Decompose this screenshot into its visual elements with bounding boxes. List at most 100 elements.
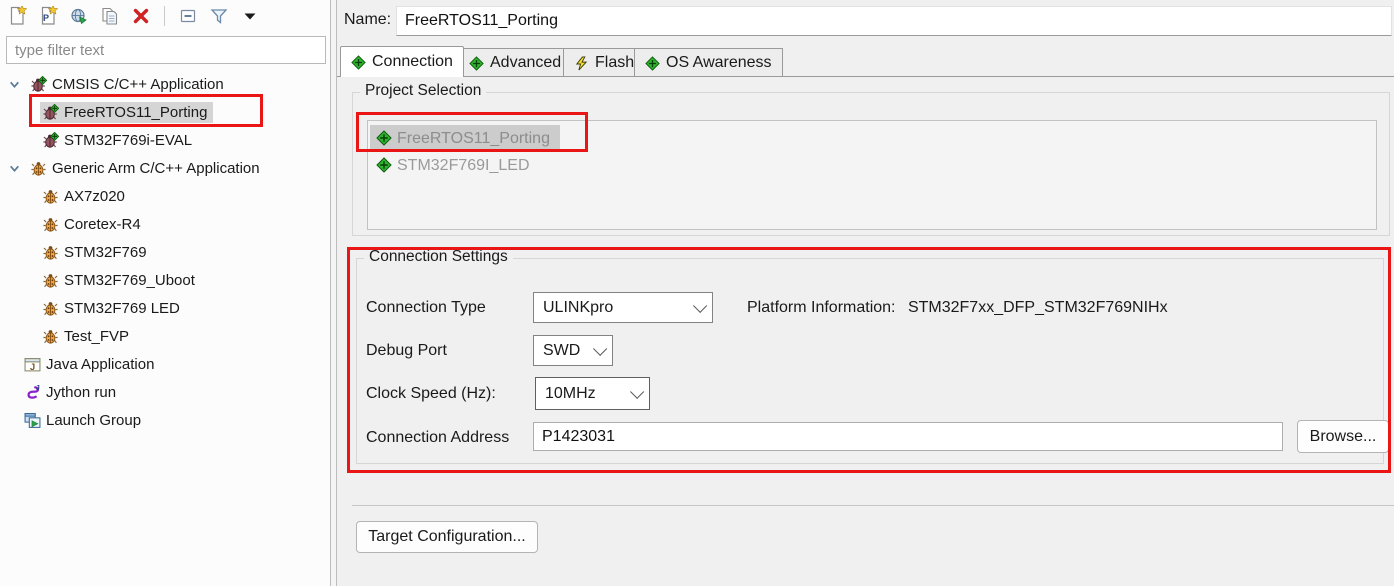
tree-item-label: Generic Arm C/C++ Application <box>52 160 260 177</box>
arm-bug-icon <box>42 244 59 261</box>
platform-information: Platform Information: STM32F7xx_DFP_STM3… <box>747 299 1168 317</box>
tree-item-coretex-r4[interactable]: Coretex-R4 <box>0 210 330 238</box>
tab-label: Advanced <box>490 54 561 72</box>
debug-port-value: SWD <box>543 342 580 360</box>
connection-type-label: Connection Type <box>366 299 486 317</box>
tree-item-generic-arm-application[interactable]: Generic Arm C/C++ Application <box>0 154 330 182</box>
tab-label: Flash <box>595 54 634 72</box>
chevron-down-icon[interactable] <box>8 160 28 176</box>
toolbar-separator <box>164 6 165 26</box>
chevron-down-icon[interactable] <box>8 76 28 92</box>
tree-item-test-fvp[interactable]: Test_FVP <box>0 322 330 350</box>
green-diamond-icon <box>645 56 660 71</box>
tree-item-label: AX7z020 <box>64 188 125 205</box>
tree-item-freertos11-porting[interactable]: FreeRTOS11_Porting <box>0 98 330 126</box>
tree-item-label: CMSIS C/C++ Application <box>52 76 224 93</box>
connection-address-label: Connection Address <box>366 429 509 447</box>
tab-bar: Connection Advanced Flash OS Awareness <box>337 46 1394 77</box>
project-selection-group: Project Selection FreeRTOS11_Porting STM… <box>352 92 1390 236</box>
cmsis-bug-icon <box>42 132 59 149</box>
project-item-stm32f769i-led[interactable]: STM32F769I_LED <box>370 152 1374 179</box>
tree-item-stm32f769[interactable]: STM32F769 <box>0 238 330 266</box>
new-prototype-icon[interactable]: P <box>37 5 59 27</box>
sidebar-toolbar: P <box>0 0 330 32</box>
jython-icon <box>24 384 41 401</box>
chevron-down-icon <box>630 384 644 398</box>
collapse-all-icon[interactable] <box>177 5 199 27</box>
debug-configurations-dialog: P CMSI <box>0 0 1394 586</box>
target-configuration-button[interactable]: Target Configuration... <box>356 521 538 553</box>
browse-button[interactable]: Browse... <box>1297 420 1389 453</box>
connection-settings-title: Connection Settings <box>364 248 513 266</box>
cmsis-bug-icon <box>30 76 47 93</box>
debug-port-label: Debug Port <box>366 342 447 360</box>
tree-item-label: STM32F769_Uboot <box>64 272 195 289</box>
tree-item-label: STM32F769 <box>64 244 147 261</box>
clock-speed-label: Clock Speed (Hz): <box>366 385 496 403</box>
arm-bug-icon <box>42 328 59 345</box>
tab-flash[interactable]: Flash <box>563 48 645 77</box>
tree-item-label: Jython run <box>46 384 116 401</box>
name-label: Name: <box>344 11 391 29</box>
export-config-icon[interactable] <box>68 5 90 27</box>
java-app-icon <box>24 356 41 373</box>
connection-address-input[interactable] <box>533 422 1283 451</box>
tab-label: OS Awareness <box>666 54 772 72</box>
launch-config-tree: CMSIS C/C++ Application FreeRTOS11_Porti… <box>0 70 330 434</box>
duplicate-icon[interactable] <box>99 5 121 27</box>
name-row: Name: <box>337 0 1394 42</box>
target-configuration-button-label: Target Configuration... <box>368 528 525 546</box>
project-item-freertos11-porting[interactable]: FreeRTOS11_Porting <box>370 125 560 152</box>
arm-bug-icon <box>42 216 59 233</box>
tab-advanced[interactable]: Advanced <box>458 48 572 77</box>
svg-text:P: P <box>43 13 49 23</box>
tree-item-label: Coretex-R4 <box>64 216 141 233</box>
browse-button-label: Browse... <box>1310 428 1377 446</box>
debug-port-dropdown[interactable]: SWD <box>533 335 613 366</box>
tree-item-stm32f769i-eval[interactable]: STM32F769i-EVAL <box>0 126 330 154</box>
tree-item-launch-group[interactable]: Launch Group <box>0 406 330 434</box>
tab-os-awareness[interactable]: OS Awareness <box>634 48 783 77</box>
tree-item-cmsis-application[interactable]: CMSIS C/C++ Application <box>0 70 330 98</box>
filter-icon[interactable] <box>208 5 230 27</box>
tree-item-java-application[interactable]: Java Application <box>0 350 330 378</box>
tree-item-label: STM32F769 LED <box>64 300 180 317</box>
arm-bug-icon <box>42 188 59 205</box>
lightning-icon <box>574 56 589 71</box>
clock-speed-value: 10MHz <box>545 385 596 403</box>
arm-bug-icon <box>42 300 59 317</box>
tree-item-label: FreeRTOS11_Porting <box>64 104 207 121</box>
launch-config-sidebar: P CMSI <box>0 0 331 586</box>
tree-item-label: Java Application <box>46 356 154 373</box>
green-diamond-icon <box>469 56 484 71</box>
tab-connection[interactable]: Connection <box>340 46 464 77</box>
tree-item-stm32f769-led[interactable]: STM32F769 LED <box>0 294 330 322</box>
green-diamond-icon <box>351 55 366 70</box>
project-item-label: STM32F769I_LED <box>397 157 530 175</box>
connection-type-value: ULINKpro <box>543 299 613 317</box>
cmsis-bug-icon <box>42 104 59 121</box>
project-item-label: FreeRTOS11_Porting <box>397 130 550 148</box>
tree-item-ax7z020[interactable]: AX7z020 <box>0 182 330 210</box>
content-divider <box>352 505 1394 506</box>
tree-item-stm32f769-uboot[interactable]: STM32F769_Uboot <box>0 266 330 294</box>
tree-item-label: STM32F769i-EVAL <box>64 132 192 149</box>
view-menu-icon[interactable] <box>239 5 261 27</box>
connection-type-dropdown[interactable]: ULINKpro <box>533 292 713 323</box>
config-detail-panel: Name: Connection Advanced Flash OS Aware… <box>337 0 1394 586</box>
filter-input[interactable] <box>6 36 326 64</box>
new-launch-config-icon[interactable] <box>6 5 28 27</box>
clock-speed-dropdown[interactable]: 10MHz <box>535 377 650 410</box>
arm-bug-icon <box>30 160 47 177</box>
platform-information-value: STM32F7xx_DFP_STM32F769NIHx <box>908 299 1168 316</box>
platform-information-label: Platform Information: <box>747 299 896 316</box>
tree-item-jython-run[interactable]: Jython run <box>0 378 330 406</box>
delete-icon[interactable] <box>130 5 152 27</box>
chevron-down-icon <box>693 298 707 312</box>
project-selection-title: Project Selection <box>360 82 486 100</box>
green-diamond-icon <box>376 130 393 147</box>
connection-settings-group: Connection Settings Connection Type ULIN… <box>356 258 1384 464</box>
chevron-down-icon <box>593 341 607 355</box>
tree-item-label: Test_FVP <box>64 328 129 345</box>
name-input[interactable] <box>396 6 1392 36</box>
